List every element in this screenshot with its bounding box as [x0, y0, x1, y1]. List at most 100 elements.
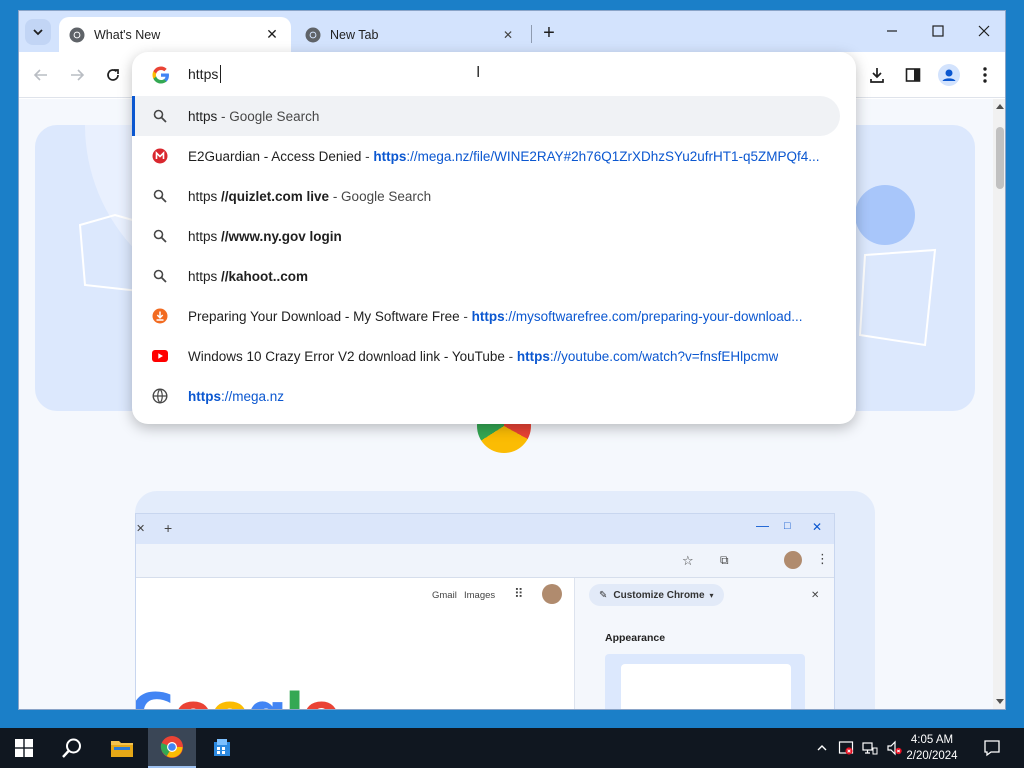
search-icon	[152, 108, 168, 124]
suggestion-text-part: https	[188, 268, 222, 284]
mock-star-icon: ☆	[682, 553, 694, 568]
menu-button[interactable]	[973, 63, 997, 87]
back-arrow-icon	[33, 69, 47, 81]
mock-avatar	[784, 551, 802, 569]
mock-minimize-icon: —	[756, 518, 769, 533]
download-favicon-icon	[152, 308, 168, 324]
address-bar-input[interactable]	[188, 64, 588, 84]
omnibox-suggestion[interactable]: https - Google Search	[132, 96, 840, 136]
youtube-favicon-icon	[152, 348, 168, 364]
forward-button[interactable]	[65, 63, 89, 87]
feature-screenshot: ✕ + — □ ✕ ☆ ⧉ ⋮ Gmail Images ⠿ Google ✎	[135, 513, 835, 709]
vertical-scrollbar[interactable]	[993, 99, 1005, 709]
tab-strip: What's New ✕ New Tab ✕ +	[19, 11, 1005, 52]
chevron-down-icon	[33, 29, 43, 36]
suggestion-text-part: - Google Search	[217, 108, 320, 124]
suggestion-text-part: https	[471, 308, 505, 324]
text-caret	[220, 65, 221, 83]
omnibox-suggestion[interactable]: https://mega.nz	[132, 376, 856, 416]
hero-outline-decoration-right	[858, 248, 937, 347]
side-panel-icon	[905, 68, 921, 82]
search-icon	[152, 268, 168, 284]
close-window-button[interactable]	[961, 11, 1005, 51]
new-tab-button[interactable]: +	[537, 21, 561, 45]
tab-close-icon[interactable]: ✕	[263, 26, 281, 44]
start-button[interactable]	[0, 728, 48, 768]
omnibox-suggestion[interactable]: https //kahoot..com	[132, 256, 856, 296]
search-icon	[152, 188, 168, 204]
notification-icon	[984, 740, 1000, 757]
suggestion-text-part: -	[504, 348, 517, 364]
mock-images-link: Images	[464, 590, 496, 601]
suggestion-text-part: - Google Search	[329, 188, 432, 204]
profile-button[interactable]	[937, 63, 961, 87]
tab-title: What's New	[94, 27, 161, 42]
omnibox-dropdown: I https - Google Search E2Guardian - Acce…	[132, 52, 856, 424]
suggestion-text: E2Guardian - Access Denied - https://meg…	[188, 149, 820, 164]
suggestion-text-part: https	[516, 348, 550, 364]
suggestion-text-part: ://mysoftwarefree.com/preparing-your-dow…	[504, 308, 803, 324]
mock-close-icon: ✕	[136, 523, 146, 535]
mock-new-tab-icon: +	[164, 520, 173, 536]
mock-customize-label: Customize Chrome	[613, 589, 705, 601]
chrome-icon	[160, 736, 183, 758]
tab-whats-new[interactable]: What's New ✕	[59, 17, 291, 52]
chrome-favicon-icon	[305, 27, 321, 42]
mock-google-logo: Google	[136, 682, 340, 709]
suggestion-text-part: -	[459, 308, 472, 324]
mock-appearance-preview	[605, 654, 805, 709]
clock[interactable]: 4:05 AM 2/20/2024	[896, 732, 968, 764]
downloads-button[interactable]	[865, 63, 889, 87]
omnibox-suggestion[interactable]: https //quizlet.com live - Google Search	[132, 176, 856, 216]
mock-kebab-icon: ⋮	[816, 551, 829, 566]
notifications-button[interactable]	[976, 728, 1008, 768]
globe-icon	[152, 388, 168, 404]
app-taskbar-button[interactable]	[198, 728, 246, 768]
suggestion-text-part: https	[188, 188, 222, 204]
tab-separator	[531, 25, 532, 43]
tray-security-icon-button[interactable]	[836, 728, 856, 768]
mock-avatar-2	[542, 584, 562, 604]
suggestion-text: https://mega.nz	[188, 389, 284, 404]
side-panel-button[interactable]	[901, 63, 925, 87]
omnibox-suggestion[interactable]: https //www.ny.gov login	[132, 216, 856, 256]
suggestion-text: https - Google Search	[188, 109, 319, 124]
reload-button[interactable]	[101, 63, 125, 87]
scrollbar-thumb[interactable]	[996, 127, 1004, 189]
defender-icon	[838, 741, 854, 755]
suggestion-text-part: E2Guardian - Access Denied	[188, 148, 362, 164]
maximize-button[interactable]	[915, 11, 961, 51]
omnibox-suggestion[interactable]: Preparing Your Download - My Software Fr…	[132, 296, 856, 336]
suggestion-text-part: Preparing Your Download - My Software Fr…	[188, 308, 460, 324]
mouse-ibeam-cursor-icon: I	[476, 64, 481, 81]
tab-close-icon[interactable]: ✕	[499, 26, 517, 44]
suggestion-text-part: https	[373, 148, 407, 164]
folder-icon	[111, 741, 133, 757]
mock-close-window-icon: ✕	[812, 520, 823, 534]
network-icon	[862, 742, 878, 755]
scroll-up-arrow-icon	[996, 104, 1004, 109]
tab-new-tab[interactable]: New Tab ✕	[295, 17, 527, 52]
search-icon	[152, 228, 168, 244]
show-hidden-icons-button[interactable]	[812, 728, 832, 768]
omnibox-suggestions: https - Google Search E2Guardian - Access…	[132, 96, 856, 416]
minimize-button[interactable]	[869, 11, 915, 51]
search-taskbar-button[interactable]	[48, 728, 96, 768]
network-tray-button[interactable]	[860, 728, 880, 768]
suggestion-text-part: https	[188, 228, 222, 244]
mock-tab-bar: ✕ + — □ ✕	[136, 514, 834, 544]
file-explorer-taskbar-button[interactable]	[98, 728, 146, 768]
tab-search-button[interactable]	[25, 19, 51, 45]
chevron-up-icon	[817, 745, 827, 751]
chrome-taskbar-button[interactable]	[148, 728, 196, 768]
mock-dropdown-icon: ▾	[709, 590, 714, 600]
kebab-menu-icon	[983, 67, 987, 83]
mega-favicon-icon	[152, 148, 168, 164]
omnibox-suggestion[interactable]: Windows 10 Crazy Error V2 download link …	[132, 336, 856, 376]
omnibox-suggestion[interactable]: E2Guardian - Access Denied - https://meg…	[132, 136, 856, 176]
suggestion-text: Windows 10 Crazy Error V2 download link …	[188, 349, 778, 364]
app-icon	[214, 739, 230, 756]
windows-logo-icon	[15, 739, 33, 757]
back-button[interactable]	[29, 63, 53, 87]
minimize-icon	[887, 30, 897, 32]
